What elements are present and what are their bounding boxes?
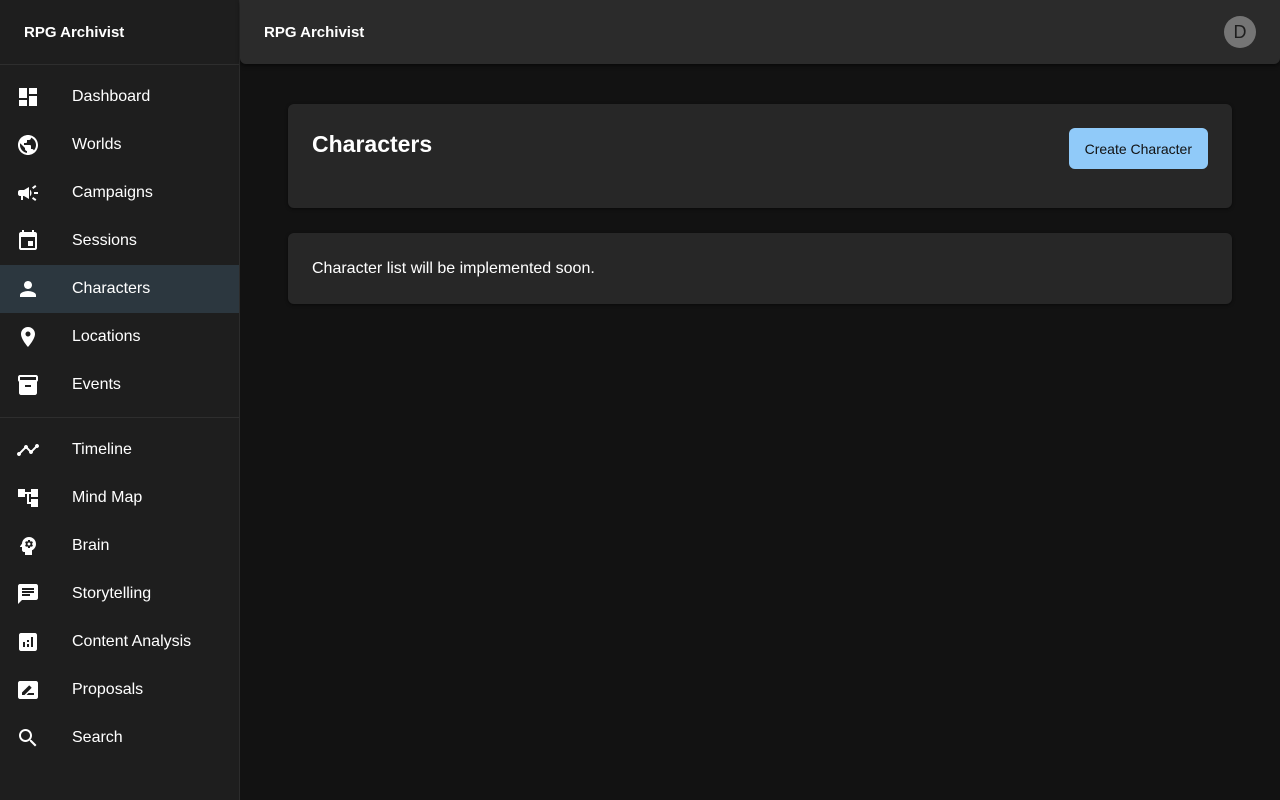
sidebar-item-mind-map[interactable]: Mind Map bbox=[0, 474, 239, 522]
app-title: RPG Archivist bbox=[264, 23, 365, 41]
character-list-card: Character list will be implemented soon. bbox=[288, 233, 1232, 304]
page-title: Characters bbox=[312, 131, 433, 157]
chat-message-icon bbox=[0, 582, 72, 606]
sidebar-item-label: Dashboard bbox=[72, 88, 151, 105]
top-app-bar: RPG Archivist D bbox=[240, 0, 1280, 64]
timeline-icon bbox=[0, 438, 72, 462]
sidebar-item-sessions[interactable]: Sessions bbox=[0, 217, 239, 265]
sidebar-divider bbox=[0, 417, 239, 418]
location-pin-icon bbox=[0, 325, 72, 349]
archive-box-icon bbox=[0, 373, 72, 397]
placeholder-message: Character list will be implemented soon. bbox=[312, 259, 595, 277]
sidebar-item-label: Campaigns bbox=[72, 184, 153, 201]
sidebar-item-timeline[interactable]: Timeline bbox=[0, 426, 239, 474]
sidebar-item-search[interactable]: Search bbox=[0, 714, 239, 762]
sidebar-item-locations[interactable]: Locations bbox=[0, 313, 239, 361]
psychology-head-icon bbox=[0, 534, 72, 558]
sidebar-item-dashboard[interactable]: Dashboard bbox=[0, 73, 239, 121]
sidebar-item-proposals[interactable]: Proposals bbox=[0, 666, 239, 714]
analytics-chart-icon bbox=[0, 630, 72, 654]
megaphone-icon bbox=[0, 181, 72, 205]
sidebar-item-label: Sessions bbox=[72, 232, 137, 249]
calendar-icon bbox=[0, 229, 72, 253]
sidebar-item-characters[interactable]: Characters bbox=[0, 265, 239, 313]
sidebar-item-events[interactable]: Events bbox=[0, 361, 239, 409]
main-content: Characters Create Character Character li… bbox=[288, 104, 1232, 304]
sidebar-item-campaigns[interactable]: Campaigns bbox=[0, 169, 239, 217]
sidebar-item-label: Search bbox=[72, 729, 123, 746]
sidebar-item-content-analysis[interactable]: Content Analysis bbox=[0, 618, 239, 666]
sidebar-item-label: Timeline bbox=[72, 441, 132, 458]
sidebar-item-label: Brain bbox=[72, 537, 110, 554]
dashboard-icon bbox=[0, 85, 72, 109]
sidebar-secondary-nav: Timeline Mind Map Brain Storytelling Con… bbox=[0, 426, 239, 762]
sidebar-item-label: Worlds bbox=[72, 136, 122, 153]
globe-icon bbox=[0, 133, 72, 157]
sidebar-item-label: Events bbox=[72, 376, 121, 393]
sidebar-item-label: Content Analysis bbox=[72, 633, 192, 650]
search-icon bbox=[0, 726, 72, 750]
account-tree-icon bbox=[0, 486, 72, 510]
sidebar-item-label: Characters bbox=[72, 280, 151, 297]
sidebar-primary-nav: Dashboard Worlds Campaigns Sessions Char… bbox=[0, 65, 239, 409]
sidebar-item-storytelling[interactable]: Storytelling bbox=[0, 570, 239, 618]
sidebar-item-label: Locations bbox=[72, 328, 141, 345]
sidebar-item-worlds[interactable]: Worlds bbox=[0, 121, 239, 169]
sidebar-item-label: Mind Map bbox=[72, 489, 143, 506]
create-character-button[interactable]: Create Character bbox=[1068, 128, 1208, 169]
sidebar: RPG Archivist Dashboard Worlds Campaigns… bbox=[0, 0, 240, 800]
user-avatar[interactable]: D bbox=[1224, 16, 1256, 48]
page-header-card: Characters Create Character bbox=[288, 104, 1232, 208]
sidebar-app-title: RPG Archivist bbox=[0, 0, 239, 65]
sidebar-item-label: Proposals bbox=[72, 681, 144, 698]
sidebar-item-brain[interactable]: Brain bbox=[0, 522, 239, 570]
person-icon bbox=[0, 277, 72, 301]
draw-icon bbox=[0, 678, 72, 702]
sidebar-item-label: Storytelling bbox=[72, 585, 152, 602]
